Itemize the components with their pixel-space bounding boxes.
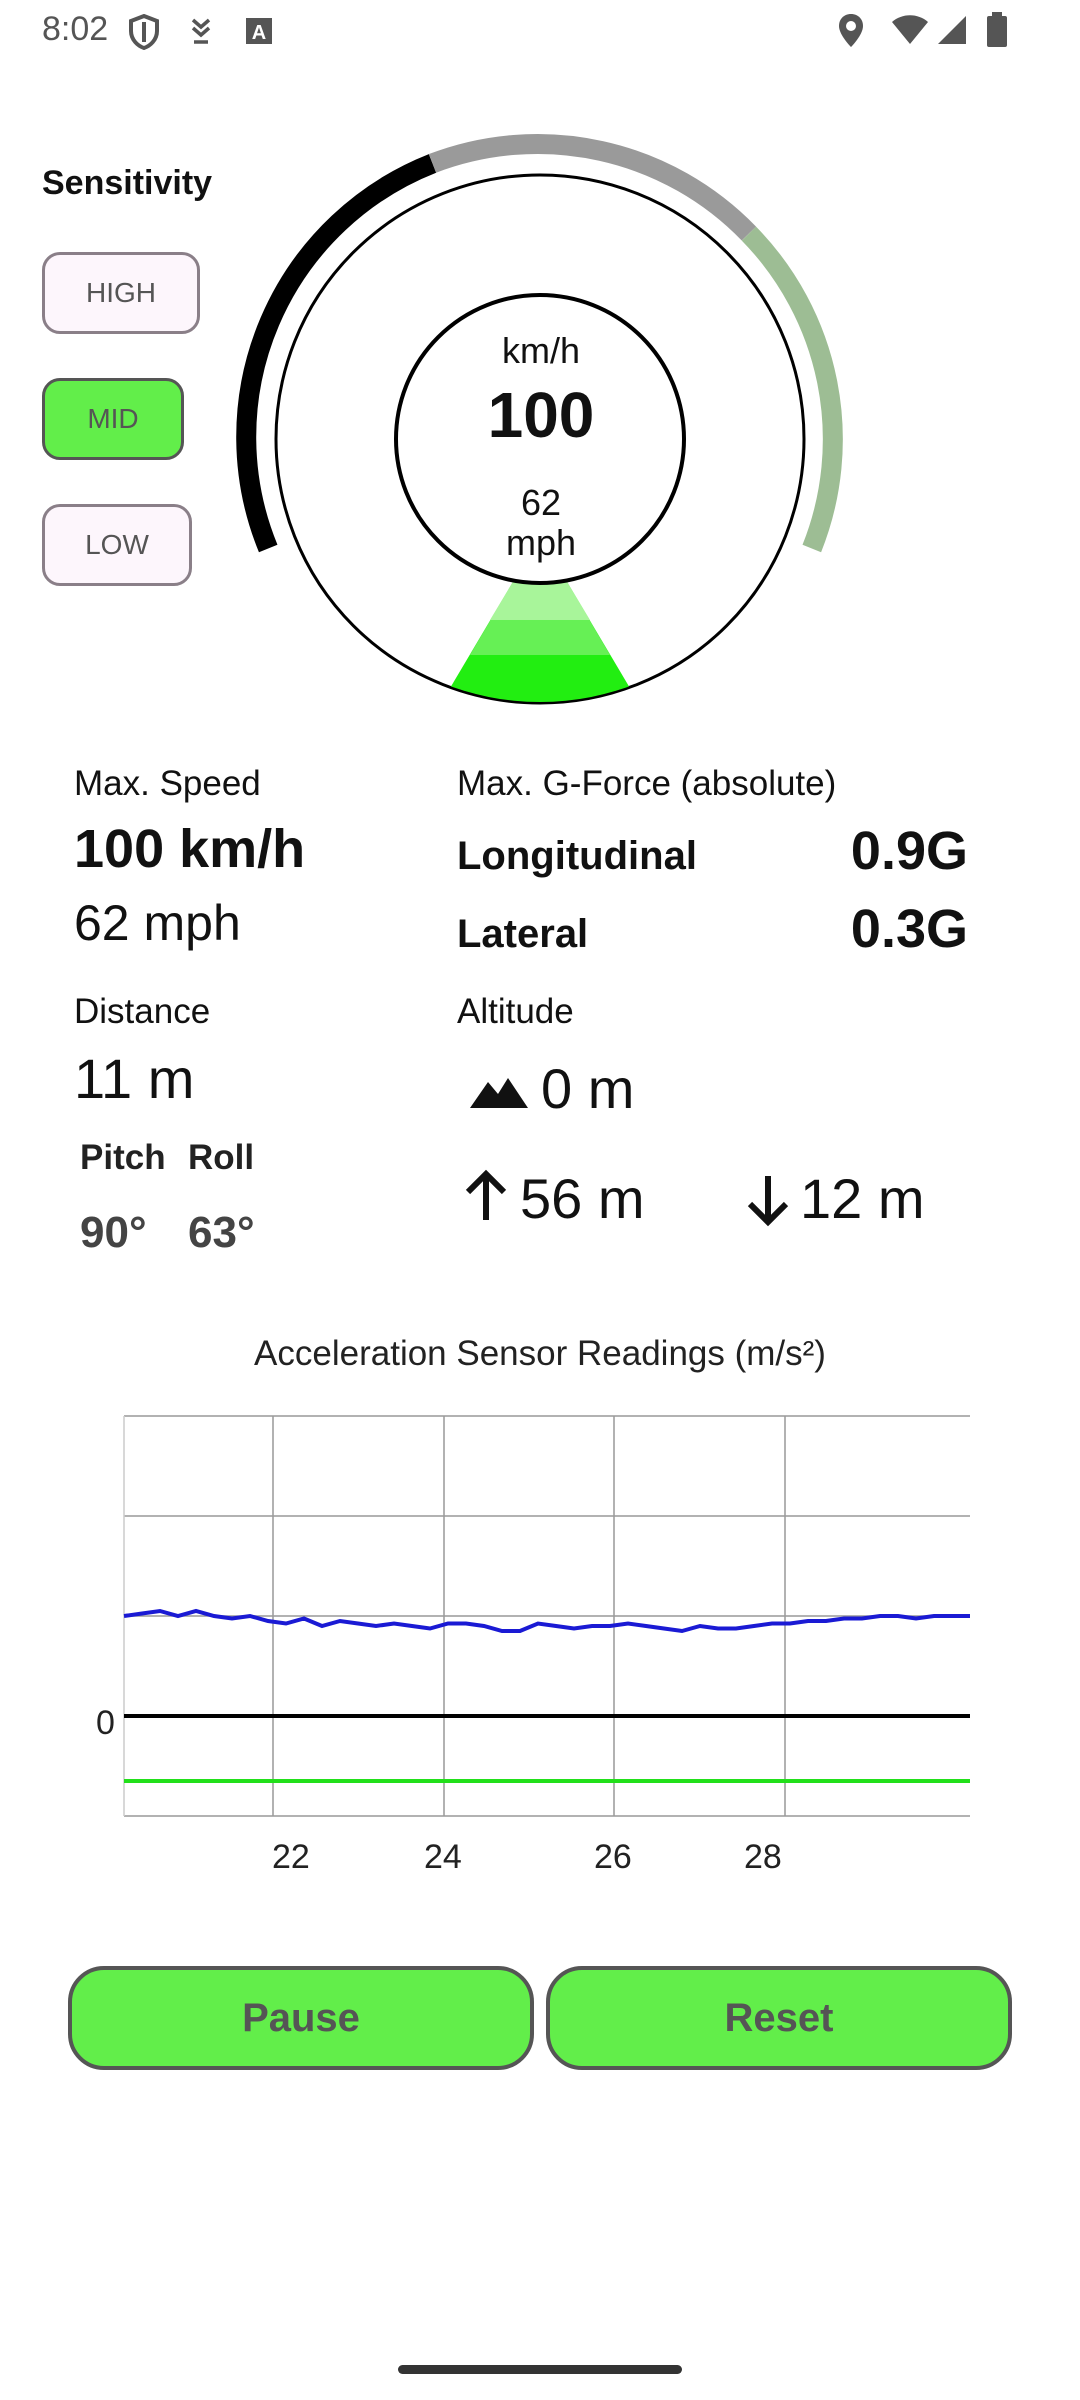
max-speed-mph: 62 mph xyxy=(74,895,241,951)
mountain-icon xyxy=(470,1078,528,1108)
acceleration-chart xyxy=(123,1415,970,1817)
gauge-unit-kmh: km/h xyxy=(501,330,580,371)
lateral-label: Lateral xyxy=(457,912,589,956)
chart-title: Acceleration Sensor Readings (m/s²) xyxy=(254,1334,826,1373)
x-tick-26: 26 xyxy=(594,1838,632,1876)
distance-label: Distance xyxy=(74,992,211,1031)
pause-button[interactable]: Pause xyxy=(68,1966,534,2070)
x-tick-28: 28 xyxy=(744,1838,782,1876)
y-tick-0: 0 xyxy=(96,1704,115,1742)
distance-value: 11 m xyxy=(74,1047,195,1110)
gauge-unit-mph: mph xyxy=(505,522,577,563)
roll-label: Roll xyxy=(188,1138,255,1177)
x-tick-24: 24 xyxy=(424,1838,462,1876)
chart-series xyxy=(123,1608,970,1783)
pitch-label: Pitch xyxy=(80,1138,166,1177)
ascent-value: 56 m xyxy=(520,1167,645,1230)
longitudinal-label: Longitudinal xyxy=(457,834,697,878)
altitude-label: Altitude xyxy=(457,992,574,1031)
g-force-label: Max. G-Force (absolute) xyxy=(457,764,837,803)
arrow-down-icon xyxy=(747,1176,789,1227)
roll-value: 63° xyxy=(188,1208,255,1257)
reset-button[interactable]: Reset xyxy=(546,1966,1012,2070)
altitude-value: 0 m xyxy=(541,1057,635,1120)
home-indicator[interactable] xyxy=(398,2365,682,2374)
lateral-value: 0.3G xyxy=(850,899,968,959)
descent-value: 12 m xyxy=(800,1167,925,1230)
max-speed-kmh: 100 km/h xyxy=(74,819,306,879)
series-line-0 xyxy=(123,1608,970,1634)
gauge-speed-kmh: 100 xyxy=(487,379,595,451)
max-speed-label: Max. Speed xyxy=(74,764,261,803)
arrow-up-icon xyxy=(465,1169,507,1220)
x-tick-22: 22 xyxy=(272,1838,310,1876)
gauge-speed-mph: 62 xyxy=(520,482,562,523)
pitch-value: 90° xyxy=(80,1208,147,1257)
longitudinal-value: 0.9G xyxy=(850,821,968,881)
